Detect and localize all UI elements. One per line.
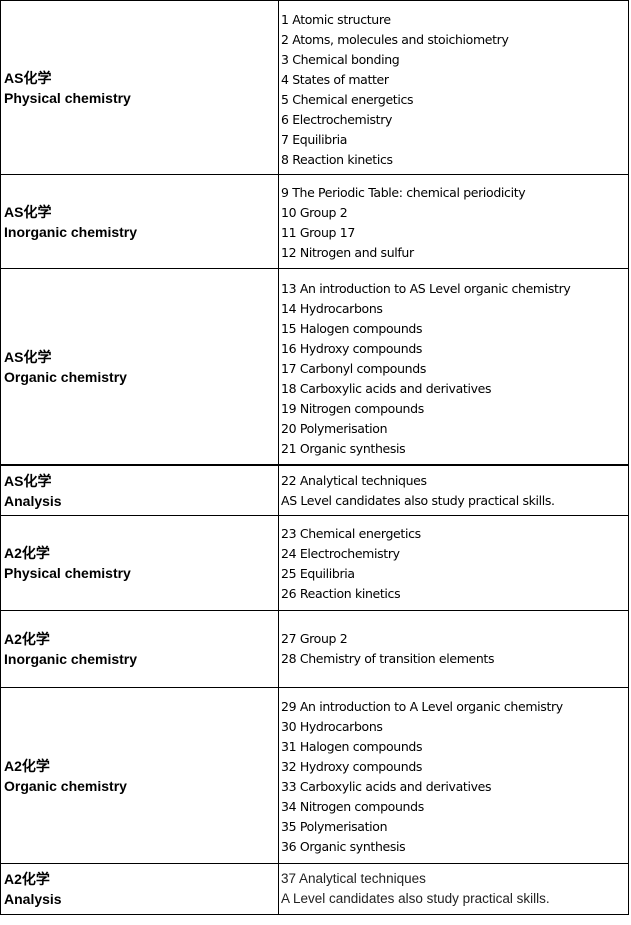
topic-list: 29 An introduction to A Level organic ch… <box>281 695 628 857</box>
practical-skills-note: A Level candidates also study practical … <box>281 891 550 906</box>
topic-item: 20 Polymerisation <box>281 420 388 436</box>
section-label: Analysis <box>4 891 62 907</box>
topics-cell: 22 Analytical techniques AS Level candid… <box>278 464 629 516</box>
topic-item: 31 Halogen compounds <box>281 738 423 754</box>
level-label: AS化学 <box>4 348 52 365</box>
topic-list: 37 Analytical techniques A Level candida… <box>281 869 628 909</box>
section-label: Physical chemistry <box>4 565 131 581</box>
topic-item: 36 Organic synthesis <box>281 838 406 854</box>
topics-cell: 29 An introduction to A Level organic ch… <box>278 687 629 864</box>
topic-item: 8 Reaction kinetics <box>281 151 393 167</box>
topic-item: 21 Organic synthesis <box>281 440 406 456</box>
topic-item: 28 Chemistry of transition elements <box>281 651 495 666</box>
topics-cell: 13 An introduction to AS Level organic c… <box>278 268 629 466</box>
topic-item: 9 The Periodic Table: chemical periodici… <box>281 184 526 200</box>
topic-item: 25 Equilibria <box>281 566 355 581</box>
topic-item: 13 An introduction to AS Level organic c… <box>281 280 571 296</box>
table-row-as-analysis: AS化学 Analysis 22 Analytical techniques A… <box>0 464 629 516</box>
section-cell: AS化学 Analysis <box>0 464 279 516</box>
level-label: A2化学 <box>4 631 50 647</box>
topics-cell: 37 Analytical techniques A Level candida… <box>278 863 629 915</box>
syllabus-table: AS化学 Physical chemistry 1 Atomic structu… <box>0 0 629 915</box>
section-label: Inorganic chemistry <box>4 651 138 667</box>
table-row-a2-organic: A2化学 Organic chemistry 29 An introductio… <box>0 687 629 864</box>
topic-item: 35 Polymerisation <box>281 818 388 834</box>
topic-item: 6 Electrochemistry <box>281 111 393 127</box>
level-label: A2化学 <box>4 871 50 887</box>
topic-item: 22 Analytical techniques <box>281 472 427 488</box>
level-label: AS化学 <box>4 472 52 489</box>
topic-item: 19 Nitrogen compounds <box>281 400 424 416</box>
section-cell: AS化学 Inorganic chemistry <box>0 174 279 269</box>
topic-list: 9 The Periodic Table: chemical periodici… <box>281 181 628 263</box>
table-row-as-inorganic: AS化学 Inorganic chemistry 9 The Periodic … <box>0 174 629 269</box>
topic-item: 30 Hydrocarbons <box>281 718 383 734</box>
table-row-a2-analysis: A2化学 Analysis 37 Analytical techniques A… <box>0 863 629 915</box>
topics-cell: 23 Chemical energetics 24 Electrochemist… <box>278 515 629 611</box>
topic-item: 11 Group 17 <box>281 224 355 240</box>
section-label: Physical chemistry <box>4 89 131 106</box>
topic-item: 34 Nitrogen compounds <box>281 798 424 814</box>
topics-cell: 1 Atomic structure 2 Atoms, molecules an… <box>278 0 629 175</box>
section-label: Organic chemistry <box>4 777 127 794</box>
topic-list: 23 Chemical energetics 24 Electrochemist… <box>281 522 628 604</box>
topic-item: 3 Chemical bonding <box>281 51 400 67</box>
practical-skills-note: AS Level candidates also study practical… <box>281 492 555 508</box>
section-label: Analysis <box>4 492 62 509</box>
level-label: AS化学 <box>4 69 52 86</box>
topic-item: 29 An introduction to A Level organic ch… <box>281 698 563 714</box>
table-row-as-physical: AS化学 Physical chemistry 1 Atomic structu… <box>0 0 629 175</box>
level-label: A2化学 <box>4 757 50 774</box>
topic-item: 7 Equilibria <box>281 131 348 147</box>
topic-item: 4 States of matter <box>281 71 389 87</box>
topic-list: 1 Atomic structure 2 Atoms, molecules an… <box>281 6 628 170</box>
topic-item: 2 Atoms, molecules and stoichiometry <box>281 31 509 47</box>
level-label: AS化学 <box>4 203 52 220</box>
topic-item: 10 Group 2 <box>281 204 348 220</box>
topic-item: 27 Group 2 <box>281 631 348 646</box>
table-row-a2-inorganic: A2化学 Inorganic chemistry 27 Group 2 28 C… <box>0 610 629 688</box>
section-cell: AS化学 Organic chemistry <box>0 268 279 466</box>
section-cell: A2化学 Physical chemistry <box>0 515 279 611</box>
section-cell: A2化学 Organic chemistry <box>0 687 279 864</box>
topic-item: 15 Halogen compounds <box>281 320 423 336</box>
topic-item: 26 Reaction kinetics <box>281 586 401 601</box>
topic-list: 27 Group 2 28 Chemistry of transition el… <box>281 629 628 669</box>
section-cell: A2化学 Inorganic chemistry <box>0 610 279 688</box>
topic-item: 24 Electrochemistry <box>281 546 400 561</box>
topic-item: 37 Analytical techniques <box>281 871 426 886</box>
table-row-a2-physical: A2化学 Physical chemistry 23 Chemical ener… <box>0 515 629 611</box>
topic-item: 33 Carboxylic acids and derivatives <box>281 778 492 794</box>
topic-item: 16 Hydroxy compounds <box>281 340 423 356</box>
section-cell: AS化学 Physical chemistry <box>0 0 279 175</box>
section-cell: A2化学 Analysis <box>0 863 279 915</box>
topic-item: 14 Hydrocarbons <box>281 300 383 316</box>
level-label: A2化学 <box>4 545 50 561</box>
topic-list: 22 Analytical techniques AS Level candid… <box>281 471 628 511</box>
topic-list: 13 An introduction to AS Level organic c… <box>281 275 628 459</box>
topic-item: 18 Carboxylic acids and derivatives <box>281 380 492 396</box>
section-label: Organic chemistry <box>4 368 127 385</box>
topic-item: 23 Chemical energetics <box>281 526 421 541</box>
topic-item: 12 Nitrogen and sulfur <box>281 244 414 260</box>
topics-cell: 27 Group 2 28 Chemistry of transition el… <box>278 610 629 688</box>
section-label: Inorganic chemistry <box>4 223 138 240</box>
topic-item: 5 Chemical energetics <box>281 91 414 107</box>
topics-cell: 9 The Periodic Table: chemical periodici… <box>278 174 629 269</box>
topic-item: 32 Hydroxy compounds <box>281 758 423 774</box>
topic-item: 1 Atomic structure <box>281 11 391 27</box>
topic-item: 17 Carbonyl compounds <box>281 360 426 376</box>
table-row-as-organic: AS化学 Organic chemistry 13 An introductio… <box>0 268 629 466</box>
